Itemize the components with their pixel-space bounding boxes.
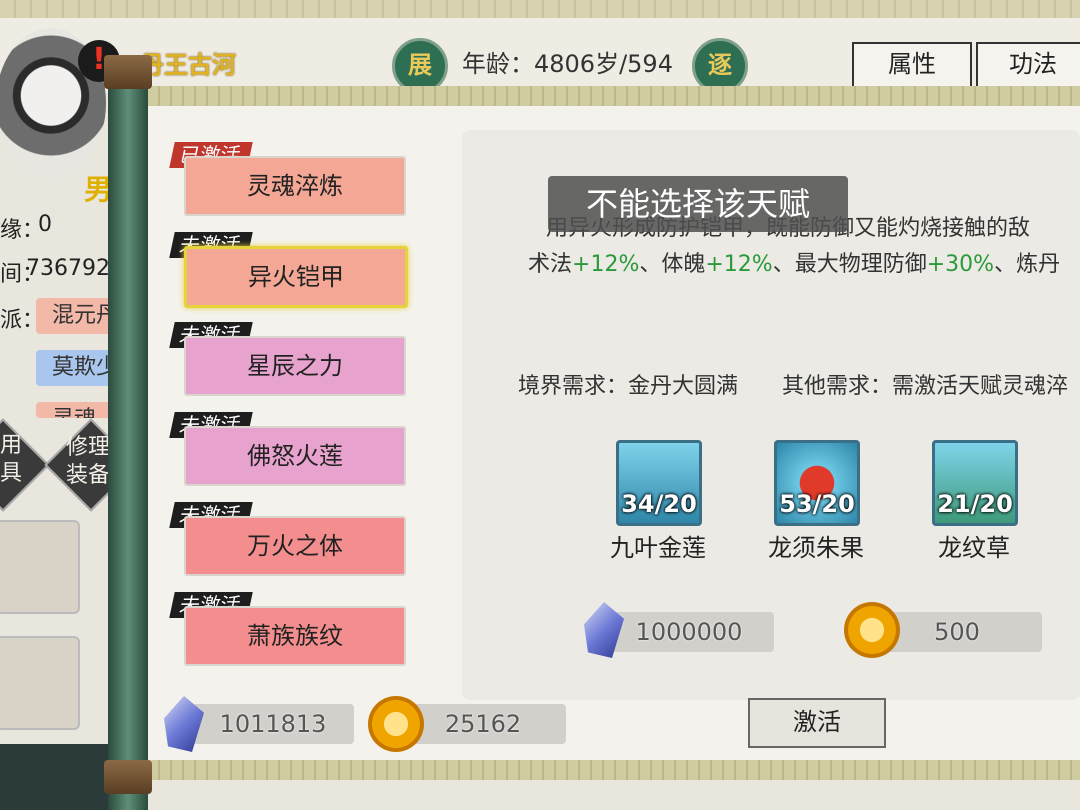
material-name: 龙须朱果: [768, 534, 864, 562]
attributes-button[interactable]: 属性: [852, 42, 972, 88]
desc-text: 、炼丹: [994, 252, 1061, 277]
stat1-value: 0: [38, 212, 52, 237]
activate-button[interactable]: 激活: [748, 698, 886, 748]
toast-message: 不能选择该天赋: [548, 176, 848, 232]
material-name: 龙纹草: [938, 534, 1010, 562]
desc-text: 术法: [528, 252, 573, 277]
talent-item[interactable]: 佛怒火莲: [184, 426, 406, 486]
scroll-rod: [108, 55, 148, 810]
talent-item[interactable]: 万火之体: [184, 516, 406, 576]
stat2-value: 736792: [26, 256, 110, 281]
gold-coin-icon: [844, 602, 900, 658]
realm-requirement: 境界需求：金丹大圆满: [518, 374, 739, 399]
repair-label: 修理装备: [65, 435, 110, 488]
talent-item[interactable]: 灵魂淬炼: [184, 156, 406, 216]
talent-item-selected[interactable]: 异火铠甲: [184, 246, 408, 308]
material-count: 53/20: [779, 490, 855, 518]
material-count: 34/20: [621, 490, 697, 518]
desc-bonus: +30%: [926, 252, 995, 277]
talent-description-line2: 术法+12%、体魄+12%、最大物理防御+30%、炼丹: [528, 246, 1080, 278]
age-text: 年龄：4806岁/594: [462, 50, 673, 78]
scroll-bottom-border: [148, 760, 1080, 780]
desc-bonus: +12%: [705, 252, 773, 277]
talent-item[interactable]: 星辰之力: [184, 336, 406, 396]
scroll-rod-cap: [104, 760, 152, 794]
top-border: [0, 0, 1080, 20]
skills-button[interactable]: 功法: [976, 42, 1080, 88]
gold-balance: 25162: [400, 704, 566, 744]
talent-item[interactable]: 萧族族纹: [184, 606, 406, 666]
use-tool-label: 用具: [0, 433, 23, 486]
crystal-cost: 1000000: [604, 612, 774, 652]
desc-text: 、体魄: [639, 252, 706, 277]
material-name: 九叶金莲: [610, 534, 706, 562]
desc-bonus: +12%: [572, 252, 640, 277]
equipment-slot-armor[interactable]: [0, 636, 80, 730]
desc-text: 、最大物理防御: [772, 252, 927, 277]
equipment-slot-robe[interactable]: [0, 520, 80, 614]
scroll-top-border: [148, 86, 1080, 106]
inventory-strip: [0, 744, 108, 810]
crystal-balance: 1011813: [192, 704, 354, 744]
scroll-rod-cap: [104, 55, 152, 89]
other-requirement: 其他需求：需激活天赋灵魂淬: [782, 374, 1069, 399]
character-name: 丹王古河: [140, 51, 236, 79]
gold-coin-icon: [368, 696, 424, 752]
material-count: 21/20: [937, 490, 1013, 518]
